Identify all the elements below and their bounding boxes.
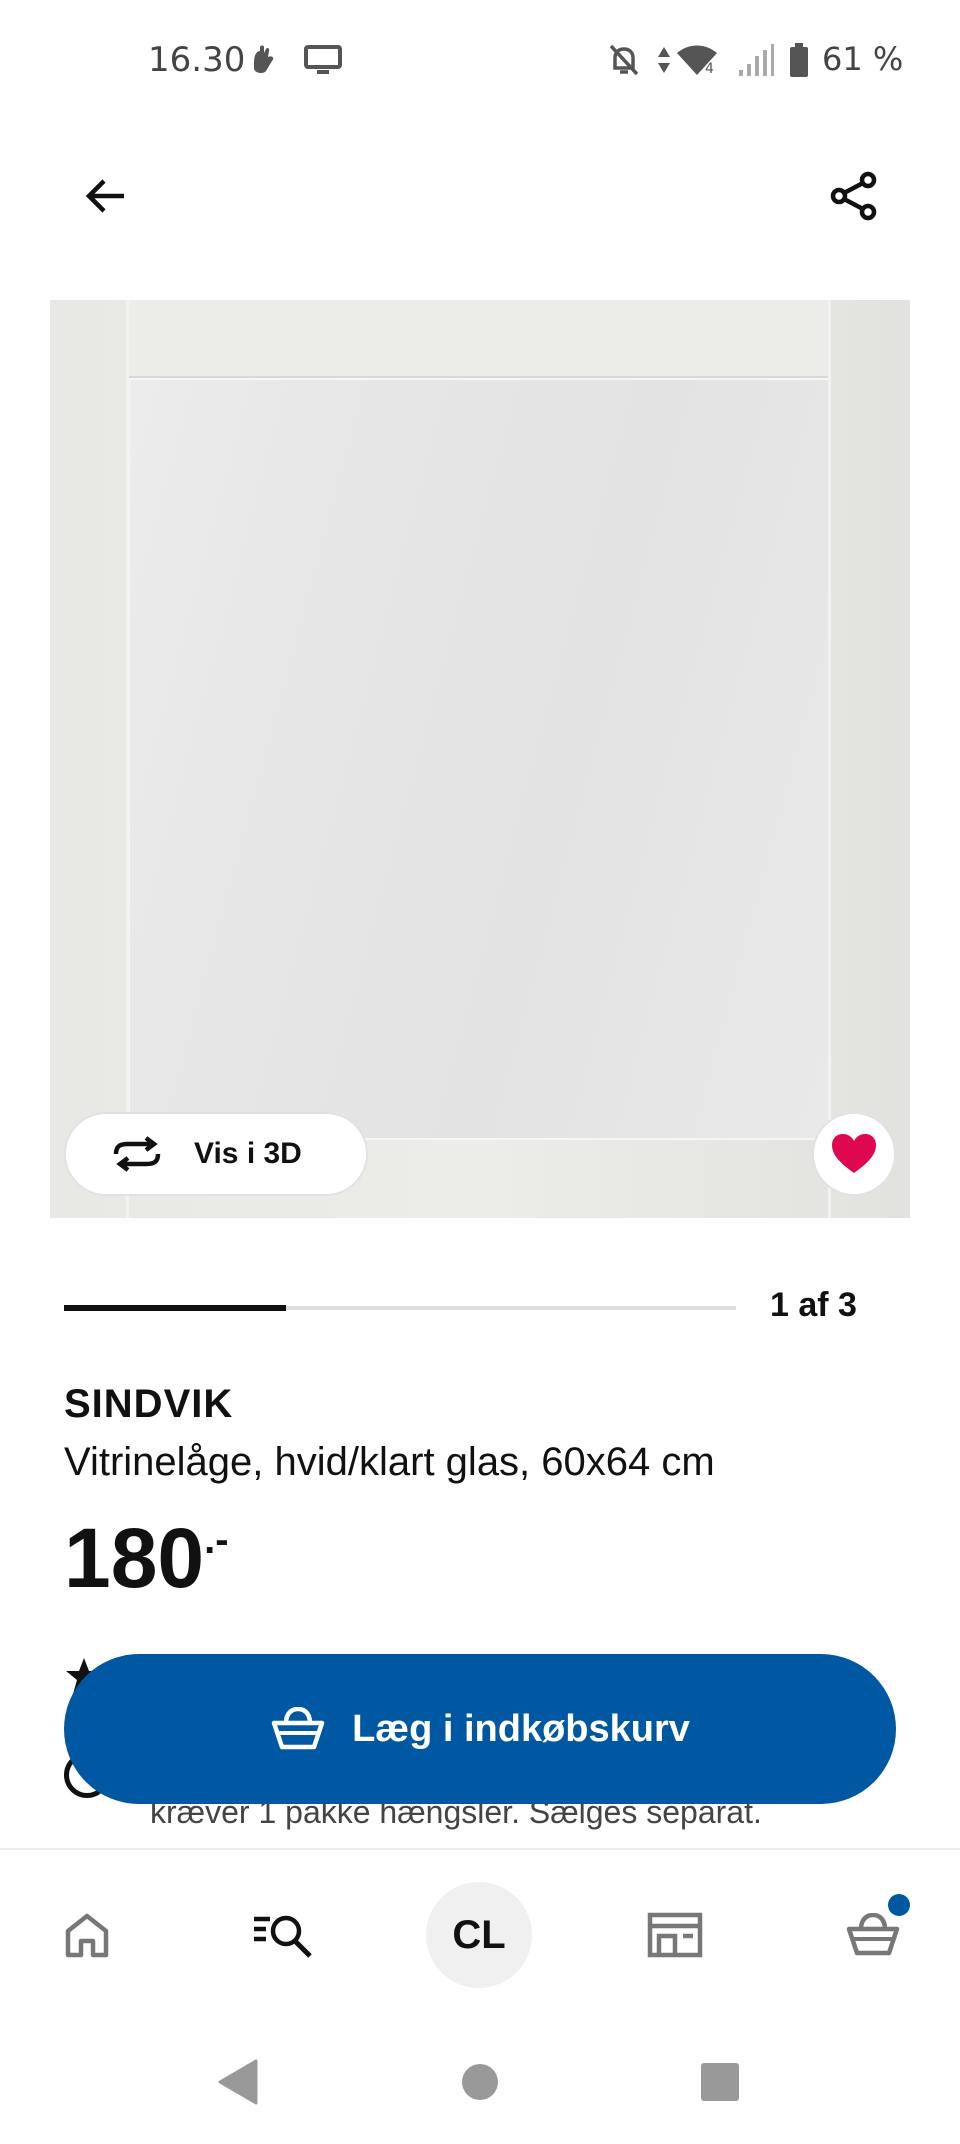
svg-text:4: 4: [705, 61, 714, 77]
share-button[interactable]: [818, 160, 890, 232]
basket-icon: [271, 1707, 325, 1750]
favorite-button[interactable]: [812, 1112, 896, 1196]
nav-profile[interactable]: CL: [424, 1880, 534, 1990]
share-icon: [830, 171, 877, 221]
system-recents-button[interactable]: [690, 2052, 750, 2112]
door-top-rail: [128, 300, 830, 378]
nav-home[interactable]: [32, 1880, 142, 1990]
triangle-back-icon: [218, 2059, 258, 2105]
product-description: Vitrinelåge, hvid/klart glas, 60x64 cm: [64, 1440, 715, 1484]
back-button[interactable]: [70, 160, 142, 232]
screen-cast-icon: [302, 40, 344, 80]
cart-icon: [846, 1913, 900, 1956]
door-glass-panel: [128, 378, 830, 1140]
battery-icon: [786, 40, 812, 80]
price-suffix: .-: [204, 1518, 229, 1562]
frame-edge-right: [828, 300, 831, 1218]
image-pager-track: [64, 1305, 736, 1311]
view-in-3d-button[interactable]: Vis i 3D: [64, 1112, 368, 1196]
system-navigation-bar: [0, 2012, 960, 2144]
rotate-3d-icon: [113, 1136, 161, 1172]
store-icon: [647, 1912, 703, 1958]
bell-off-icon: [606, 40, 642, 80]
product-name: SINDVIK: [64, 1382, 234, 1426]
nav-cart[interactable]: [818, 1880, 928, 1990]
status-bar: 16.30 4 61 %: [0, 0, 960, 120]
add-to-cart-button[interactable]: Læg i indkøbskurv: [64, 1654, 896, 1804]
add-to-cart-label: Læg i indkøbskurv: [352, 1707, 690, 1750]
image-pager-count: 1 af 3: [770, 1286, 857, 1324]
app-bar: [0, 150, 960, 240]
system-home-button[interactable]: [450, 2052, 510, 2112]
system-back-button[interactable]: [208, 2052, 268, 2112]
product-image[interactable]: [50, 300, 910, 1218]
circle-home-icon: [462, 2064, 498, 2100]
heart-icon: [832, 1134, 876, 1173]
status-time: 16.30: [148, 40, 246, 80]
square-recents-icon: [701, 2063, 739, 2101]
cart-badge: [888, 1894, 910, 1916]
price-value: 180: [64, 1511, 205, 1605]
wifi-icon: 4: [674, 40, 720, 80]
search-list-icon: [254, 1915, 312, 1958]
view-in-3d-label: Vis i 3D: [194, 1137, 302, 1170]
nav-search[interactable]: [228, 1880, 338, 1990]
frame-edge-left: [126, 300, 129, 1218]
image-pager-progress: [64, 1305, 286, 1311]
cell-signal-icon: [736, 40, 776, 80]
nav-stores[interactable]: [620, 1880, 730, 1990]
battery-percentage: 61 %: [822, 40, 904, 78]
data-arrows-icon: [656, 40, 672, 80]
product-price: 180.-: [64, 1516, 229, 1600]
bottom-navigation: CL: [0, 1848, 960, 2012]
arrow-left-icon: [85, 179, 124, 213]
home-icon: [65, 1913, 109, 1958]
profile-avatar: CL: [426, 1882, 532, 1988]
hand-icon: [246, 40, 280, 80]
